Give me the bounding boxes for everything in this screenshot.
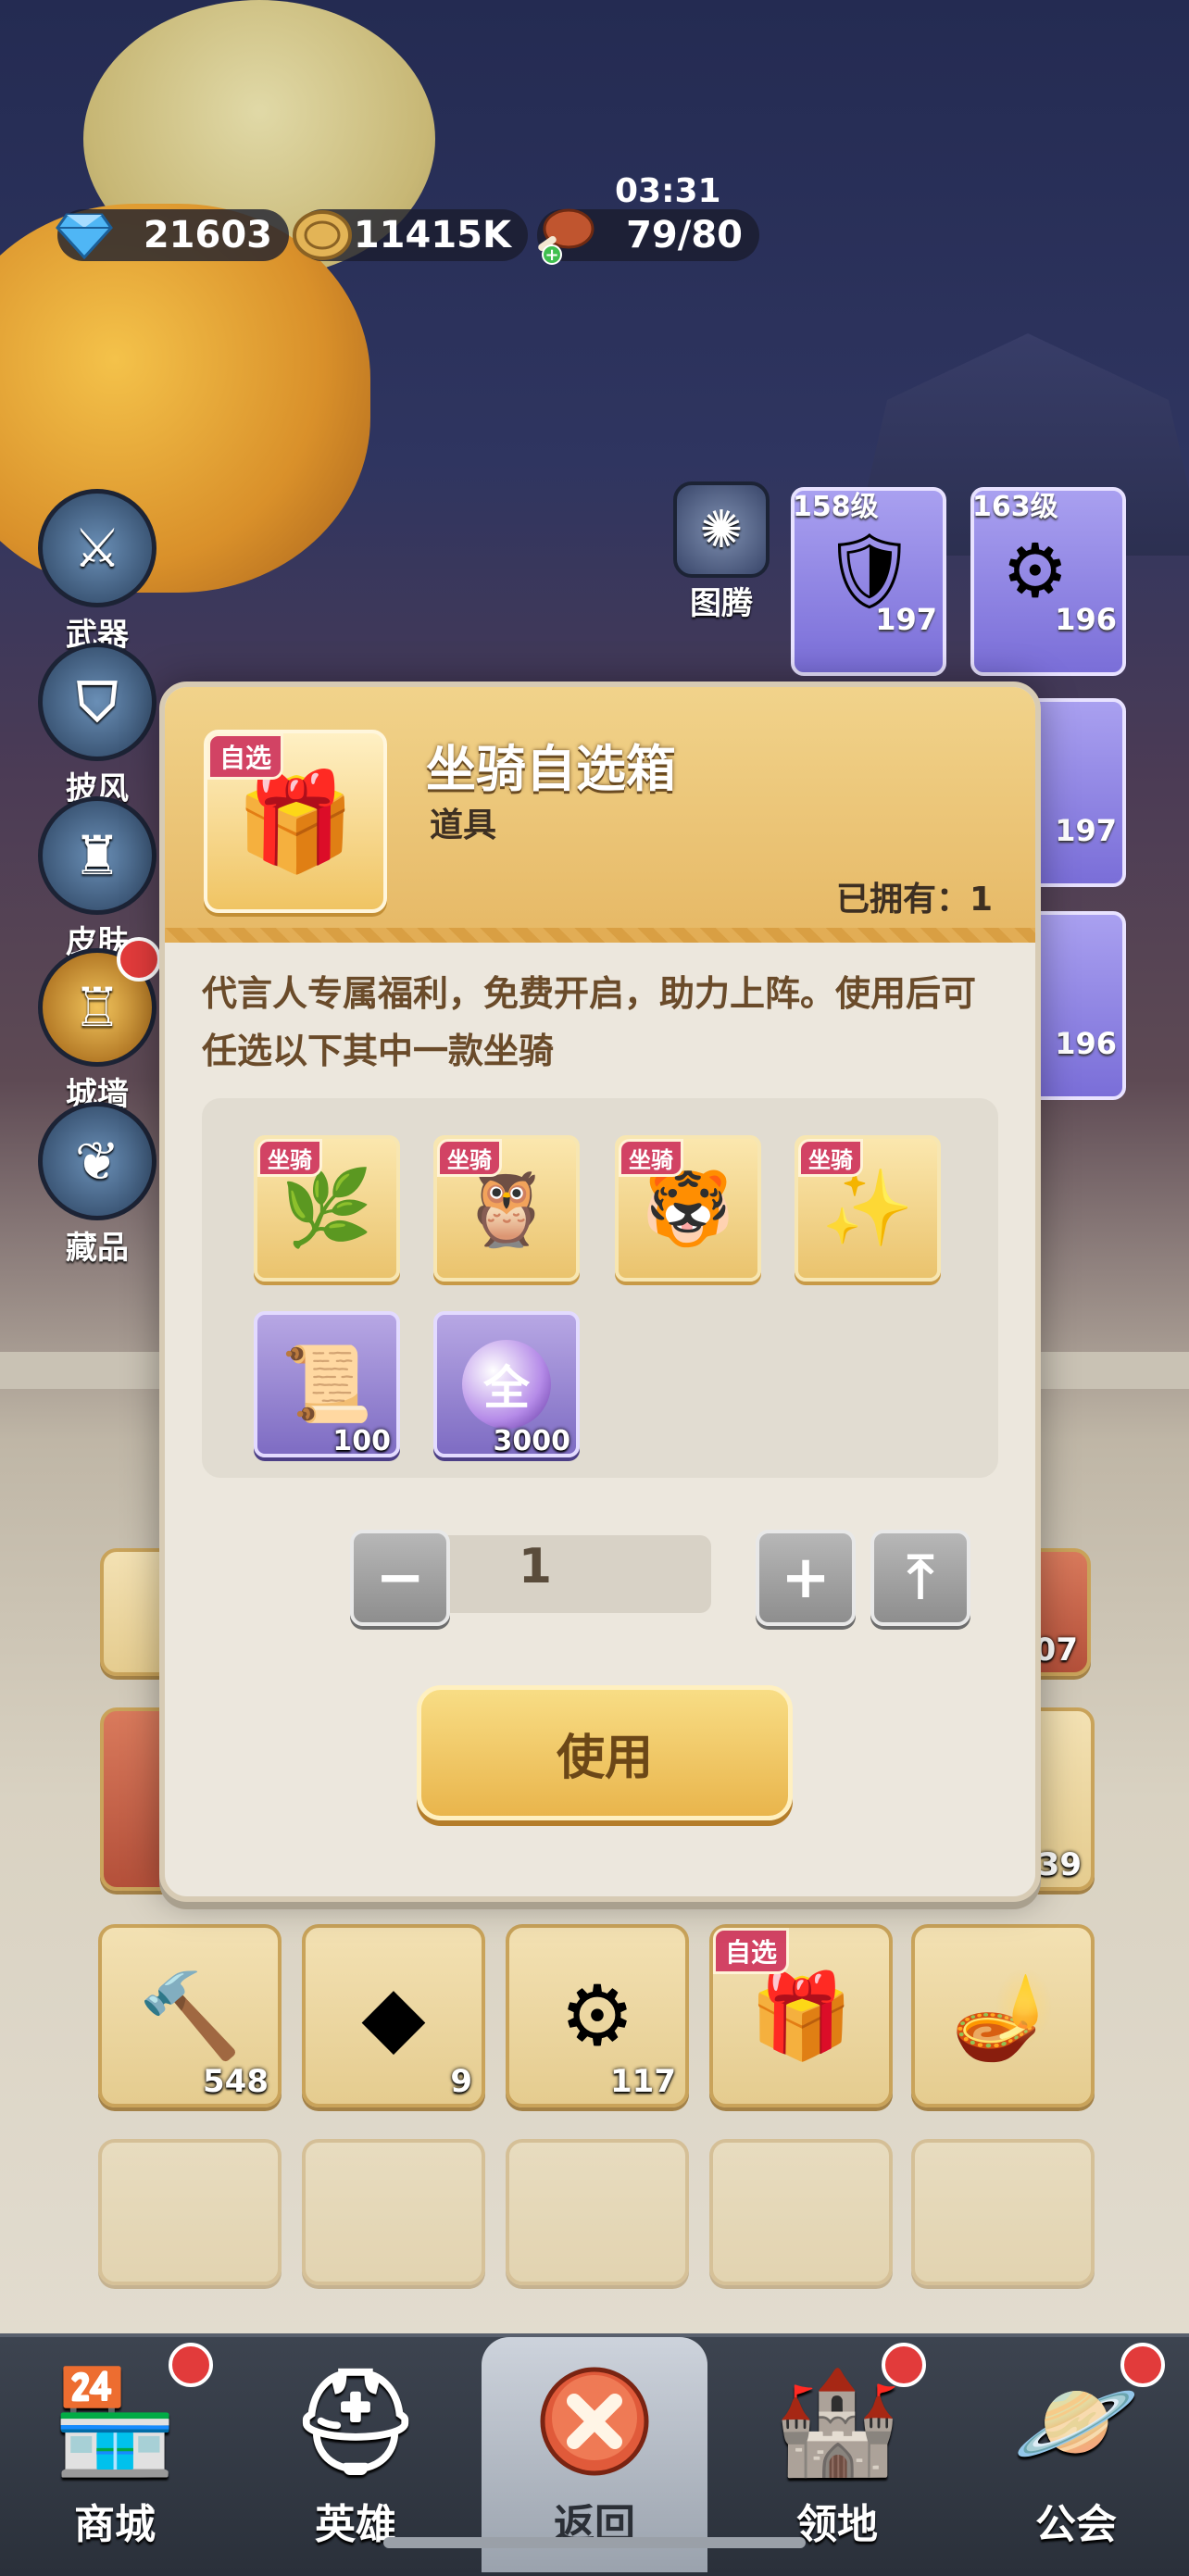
hero-count: 196	[1055, 1026, 1117, 1061]
hero-level: 158级	[793, 491, 879, 523]
stamina-counter[interactable]: + 79/80	[537, 208, 759, 265]
reward-option[interactable]: 坐骑 ✨	[795, 1135, 941, 1282]
chest-icon: 🎁	[235, 764, 356, 878]
quantity-value[interactable]: 1	[406, 1539, 665, 1594]
mount-chest-icon: 自选 🎁	[204, 730, 387, 913]
reward-option[interactable]: 坐骑 🐯	[615, 1135, 761, 1282]
reward-count: 3000	[493, 1425, 571, 1457]
inventory-slot[interactable]	[98, 2139, 282, 2285]
svg-text:+: +	[544, 245, 558, 265]
reward-option[interactable]: 全 3000	[433, 1311, 580, 1457]
hero-level: 163级	[972, 491, 1058, 523]
coin-value: 11415K	[353, 214, 511, 256]
max-arrow-icon: ⤒	[907, 1544, 934, 1612]
orb-badge-text: 全	[483, 1361, 530, 1415]
chest-icon: 🎁	[748, 1967, 854, 2065]
hero-helmet-icon: ⛑	[291, 2361, 420, 2481]
tiger-mount-icon: 🐯	[642, 1165, 734, 1251]
totem-icon: ✺	[673, 481, 770, 578]
side-cape-button[interactable]: ⛉ 披风	[37, 643, 157, 808]
orb-all-icon: 全	[462, 1340, 551, 1429]
use-button[interactable]: 使用	[417, 1685, 793, 1820]
side-collection-label: 藏品	[66, 1230, 129, 1267]
lamp-icon: 🪔	[950, 1967, 1056, 2065]
reward-count: 100	[332, 1425, 391, 1457]
side-weapon-button[interactable]: ⚔ 武器	[37, 489, 157, 655]
skin-icon: ♜	[38, 796, 156, 915]
inventory-slot[interactable]: ◆ 9	[302, 1924, 485, 2107]
gem-counter[interactable]: 21603	[56, 209, 289, 261]
integral-scroll-icon: 📜	[281, 1341, 373, 1427]
gear-orb-icon: ⚙	[559, 1967, 635, 2065]
coin-icon	[291, 203, 354, 268]
item-type: 道具	[430, 807, 497, 844]
diamond-icon	[52, 203, 117, 268]
mount-tag: 坐骑	[257, 1139, 322, 1177]
item-count: 9	[450, 2063, 472, 2100]
weapon-icon: ⚔	[38, 489, 156, 607]
item-detail-dialog: 自选 🎁 坐骑自选箱 道具 已拥有：1 代言人专属福利，免费开启，助力上阵。使用…	[159, 682, 1041, 1902]
inventory-slot[interactable]: 自选 🎁	[709, 1924, 893, 2107]
totem-label: 图腾	[690, 585, 753, 622]
meat-icon: +	[532, 203, 596, 268]
item-title: 坐骑自选箱	[426, 740, 676, 798]
crystal-icon: ◆	[361, 1967, 426, 2065]
stamina-value: 79/80	[626, 214, 743, 256]
reward-option[interactable]: 坐骑 🌿	[254, 1135, 400, 1282]
hero-count: 197	[875, 602, 937, 637]
territory-notification-badge	[882, 2343, 926, 2387]
coin-counter[interactable]: 11415K	[292, 209, 528, 261]
side-collection-button[interactable]: ❦ 藏品	[37, 1102, 157, 1268]
nav-territory-label: 领地	[796, 2501, 878, 2548]
max-button[interactable]: ⤒	[870, 1530, 970, 1626]
hero-card[interactable]: 163级 ⚙ 196	[970, 487, 1126, 676]
choice-tag: 自选	[713, 1928, 790, 1974]
item-count: 39	[1037, 1846, 1082, 1883]
home-indicator[interactable]	[383, 2537, 806, 2548]
reward-option[interactable]: 坐骑 🦉	[433, 1135, 580, 1282]
collection-icon: ❦	[38, 1102, 156, 1220]
inventory-slot[interactable]: ⚙ 117	[506, 1924, 689, 2107]
stamina-timer: 03:31	[615, 172, 721, 210]
shop-notification-badge	[169, 2343, 213, 2387]
hero-count: 196	[1055, 602, 1117, 637]
nav-hero[interactable]: ⛑ 英雄	[254, 2352, 457, 2550]
inventory-slot[interactable]	[911, 2139, 1095, 2285]
inventory-slot[interactable]	[302, 2139, 485, 2285]
wall-notification-badge	[117, 937, 161, 982]
nav-guild-label: 公会	[1035, 2501, 1117, 2548]
nav-back[interactable]: 返回	[493, 2352, 696, 2550]
dialog-header: 自选 🎁 坐骑自选箱 道具 已拥有：1	[165, 687, 1035, 943]
owl-mount-icon: 🦉	[460, 1165, 553, 1251]
hero-count: 197	[1055, 813, 1117, 848]
close-icon	[493, 2352, 696, 2491]
nav-shop-label: 商城	[74, 2501, 156, 2548]
inventory-slot[interactable]	[709, 2139, 893, 2285]
mount-tag: 坐骑	[437, 1139, 502, 1177]
star-spirit-mount-icon: ✨	[821, 1165, 914, 1251]
reward-option[interactable]: 📜 100	[254, 1311, 400, 1457]
reward-options-panel: 坐骑 🌿 坐骑 🦉 坐骑 🐯 坐骑 ✨ 📜 100 全 3000	[202, 1098, 998, 1478]
choice-tag: 自选	[207, 733, 284, 780]
item-description: 代言人专属福利，免费开启，助力上阵。使用后可任选以下其中一款坐骑	[202, 973, 977, 1071]
hero-card[interactable]: 158级 🛡 197	[791, 487, 946, 676]
plus-icon: +	[781, 1544, 831, 1612]
guild-notification-badge	[1120, 2343, 1165, 2387]
green-bush-mount-icon: 🌿	[281, 1165, 373, 1251]
owned-count: 已拥有：1	[835, 881, 993, 919]
item-count: 117	[610, 2063, 676, 2100]
totem-button[interactable]: ✺ 图腾	[670, 481, 772, 623]
hammer-icon: 🔨	[137, 1967, 243, 2065]
item-count: 548	[203, 2063, 269, 2100]
gem-value: 21603	[143, 214, 272, 256]
cape-icon: ⛉	[38, 643, 156, 761]
mount-tag: 坐骑	[798, 1139, 863, 1177]
inventory-slot[interactable]	[506, 2139, 689, 2285]
inventory-slot[interactable]: 🔨 548	[98, 1924, 282, 2107]
inventory-slot[interactable]: 🪔	[911, 1924, 1095, 2107]
mount-tag: 坐骑	[619, 1139, 683, 1177]
increase-button[interactable]: +	[756, 1530, 856, 1626]
